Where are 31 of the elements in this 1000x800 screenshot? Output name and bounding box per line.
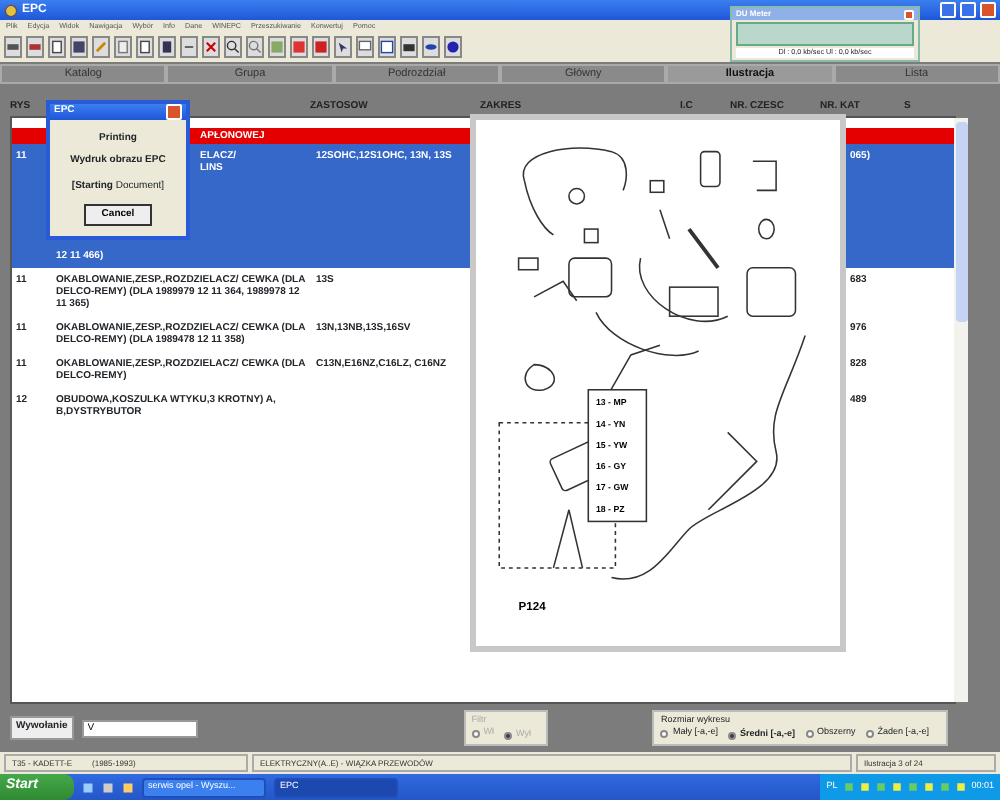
toolbar-button[interactable]	[202, 36, 220, 58]
minus-icon	[182, 40, 196, 54]
pencil-icon	[94, 40, 108, 54]
document-icon	[50, 40, 64, 54]
close-button[interactable]	[166, 104, 182, 120]
toolbar-button[interactable]	[444, 36, 462, 58]
close-button[interactable]	[980, 2, 996, 18]
scrollbar-thumb[interactable]	[956, 122, 968, 322]
pointer-icon	[336, 40, 350, 54]
magnifier-icon	[226, 40, 240, 54]
toolbar-button[interactable]	[378, 36, 396, 58]
toolbar-button[interactable]	[224, 36, 242, 58]
maximize-button[interactable]	[960, 2, 976, 18]
toolbar-button[interactable]	[180, 36, 198, 58]
toolbar-button[interactable]	[4, 36, 22, 58]
toolbar-button[interactable]	[158, 36, 176, 58]
toolbar-button[interactable]	[334, 36, 352, 58]
scrollbar[interactable]	[954, 118, 968, 702]
toolbar-button[interactable]	[26, 36, 44, 58]
toolbar-button[interactable]	[422, 36, 440, 58]
magnifier-icon	[248, 40, 262, 54]
close-button[interactable]	[904, 9, 914, 19]
toolbar-button[interactable]	[356, 36, 374, 58]
toolbar-button[interactable]	[312, 36, 330, 58]
minimize-button[interactable]	[940, 2, 956, 18]
toolbar-button[interactable]	[400, 36, 418, 58]
toolbar-button[interactable]	[136, 36, 154, 58]
toolbar-button[interactable]	[48, 36, 66, 58]
window-icon	[380, 40, 394, 54]
toolbar-button[interactable]	[70, 36, 88, 58]
cross-icon	[204, 40, 218, 54]
